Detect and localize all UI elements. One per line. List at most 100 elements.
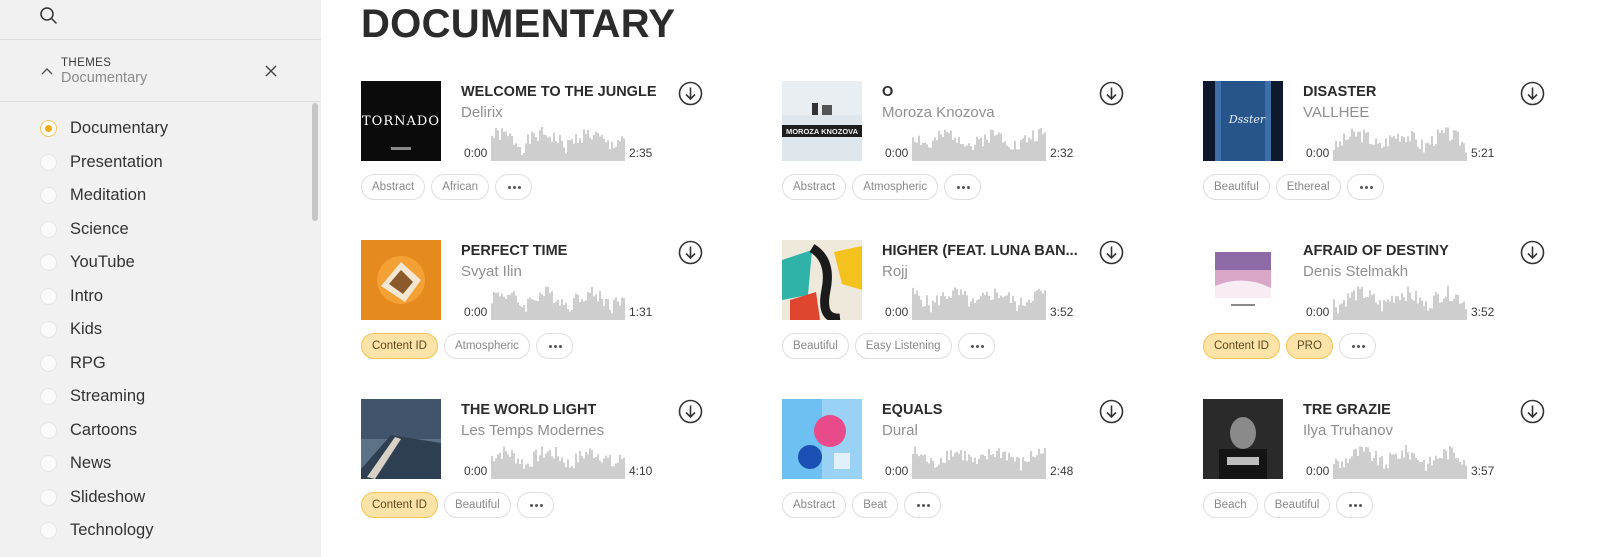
waveform[interactable] — [1333, 443, 1469, 479]
sidebar-scrollbar[interactable] — [312, 103, 318, 221]
track-title[interactable]: HIGHER (FEAT. LUNA BAN... — [882, 243, 1078, 259]
waveform[interactable] — [491, 125, 627, 161]
tag-pill[interactable]: Beautiful — [1263, 492, 1331, 518]
more-tags-button[interactable] — [1338, 333, 1376, 359]
track-artist[interactable]: Les Temps Modernes — [461, 422, 604, 439]
more-tags-button[interactable] — [516, 492, 554, 518]
theme-option-kids[interactable]: Kids — [0, 312, 321, 346]
album-cover[interactable] — [361, 399, 441, 479]
more-tags-button[interactable] — [494, 174, 532, 200]
tag-pill[interactable]: Content ID — [361, 492, 438, 518]
album-cover[interactable] — [782, 240, 862, 320]
more-tags-button[interactable] — [1336, 492, 1374, 518]
theme-option-presentation[interactable]: Presentation — [0, 145, 321, 179]
tag-pill[interactable]: Beautiful — [782, 333, 849, 359]
theme-option-slideshow[interactable]: Slideshow — [0, 480, 321, 514]
radio-button[interactable] — [40, 254, 57, 271]
album-cover[interactable] — [1203, 240, 1283, 320]
waveform[interactable] — [1333, 284, 1469, 320]
waveform[interactable] — [1333, 125, 1469, 161]
close-icon[interactable] — [263, 63, 279, 79]
waveform[interactable] — [912, 443, 1048, 479]
radio-button[interactable] — [40, 187, 57, 204]
radio-button[interactable] — [40, 421, 57, 439]
tag-pill[interactable]: Beat — [852, 492, 898, 518]
track-title[interactable]: PERFECT TIME — [461, 243, 567, 259]
album-cover[interactable]: Dsster — [1203, 81, 1283, 161]
radio-button[interactable] — [40, 153, 57, 171]
theme-option-streaming[interactable]: Streaming — [0, 379, 321, 413]
track-artist[interactable]: Moroza Knozova — [882, 104, 995, 121]
tag-pill[interactable]: Atmospheric — [443, 333, 530, 359]
radio-button[interactable] — [40, 321, 57, 338]
track-artist[interactable]: VALLHEE — [1303, 104, 1369, 121]
download-icon[interactable] — [1099, 399, 1124, 424]
radio-button[interactable] — [40, 388, 57, 405]
radio-button[interactable] — [40, 287, 57, 305]
track-artist[interactable]: Dural — [882, 422, 918, 439]
theme-option-science[interactable]: Science — [0, 212, 321, 246]
radio-button[interactable] — [40, 120, 57, 137]
radio-button[interactable] — [40, 488, 57, 506]
waveform[interactable] — [912, 125, 1048, 161]
track-artist[interactable]: Delirix — [461, 104, 503, 121]
theme-option-news[interactable]: News — [0, 446, 321, 480]
track-title[interactable]: AFRAID OF DESTINY — [1303, 243, 1449, 259]
tag-pill[interactable]: Easy Listening — [854, 333, 952, 359]
theme-option-youtube[interactable]: YouTube — [0, 245, 321, 279]
waveform[interactable] — [491, 284, 627, 320]
more-tags-button[interactable] — [1346, 174, 1384, 200]
track-artist[interactable]: Rojj — [882, 263, 908, 280]
track-title[interactable]: THE WORLD LIGHT — [461, 402, 596, 418]
download-icon[interactable] — [1099, 81, 1124, 106]
theme-option-meditation[interactable]: Meditation — [0, 178, 321, 212]
track-title[interactable]: DISASTER — [1303, 84, 1376, 100]
track-artist[interactable]: Ilya Truhanov — [1303, 422, 1393, 439]
track-title[interactable]: EQUALS — [882, 402, 942, 418]
theme-option-technology[interactable]: Technology — [0, 513, 321, 547]
theme-option-cartoons[interactable]: Cartoons — [0, 413, 321, 447]
tag-pill[interactable]: Beautiful — [1203, 174, 1270, 200]
download-icon[interactable] — [678, 81, 703, 106]
theme-option-documentary[interactable]: Documentary — [0, 111, 321, 145]
tag-pill[interactable]: Content ID — [361, 333, 438, 359]
themes-filter-header[interactable]: THEMES Documentary — [0, 40, 321, 102]
radio-button[interactable] — [40, 220, 57, 238]
chevron-up-icon[interactable] — [40, 66, 54, 76]
track-artist[interactable]: Svyat Ilin — [461, 263, 522, 280]
download-icon[interactable] — [1520, 240, 1545, 265]
album-cover[interactable]: MOROZA KNOZOVA — [782, 81, 862, 161]
more-tags-button[interactable] — [535, 333, 573, 359]
tag-pill[interactable]: Beach — [1203, 492, 1258, 518]
tag-pill[interactable]: Beautiful — [443, 492, 511, 518]
more-tags-button[interactable] — [957, 333, 995, 359]
tag-pill[interactable]: Ethereal — [1275, 174, 1341, 200]
radio-button[interactable] — [40, 354, 57, 372]
download-icon[interactable] — [1520, 399, 1545, 424]
search-icon[interactable] — [39, 6, 59, 26]
tag-pill[interactable]: African — [431, 174, 489, 200]
album-cover[interactable] — [782, 399, 862, 479]
track-artist[interactable]: Denis Stelmakh — [1303, 263, 1408, 280]
album-cover[interactable] — [361, 240, 441, 320]
tag-pill[interactable]: Abstract — [361, 174, 426, 200]
tag-pill[interactable]: Content ID — [1203, 333, 1280, 359]
album-cover[interactable] — [1203, 399, 1283, 479]
search-bar[interactable] — [0, 0, 321, 40]
tag-pill[interactable]: PRO — [1285, 333, 1333, 359]
track-title[interactable]: TRE GRAZIE — [1303, 402, 1391, 418]
download-icon[interactable] — [1520, 81, 1545, 106]
radio-button[interactable] — [40, 455, 57, 472]
download-icon[interactable] — [678, 240, 703, 265]
theme-option-intro[interactable]: Intro — [0, 279, 321, 313]
tag-pill[interactable]: Abstract — [782, 174, 847, 200]
waveform[interactable] — [491, 443, 627, 479]
radio-button[interactable] — [40, 522, 57, 539]
track-title[interactable]: WELCOME TO THE JUNGLE — [461, 84, 657, 100]
more-tags-button[interactable] — [903, 492, 941, 518]
download-icon[interactable] — [1099, 240, 1124, 265]
more-tags-button[interactable] — [944, 174, 982, 200]
tag-pill[interactable]: Atmospheric — [852, 174, 939, 200]
tag-pill[interactable]: Abstract — [782, 492, 847, 518]
track-title[interactable]: O — [882, 84, 893, 100]
